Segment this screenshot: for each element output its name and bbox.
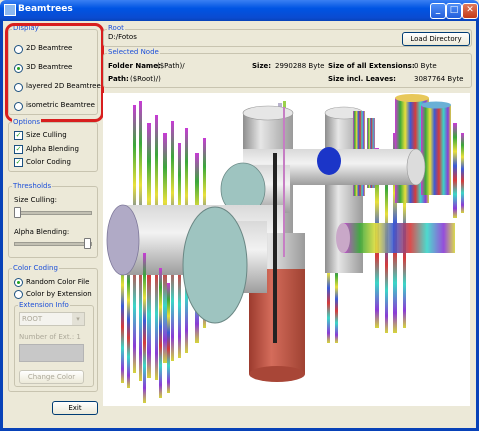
folder-name-value: ($Path)/ [157,62,185,70]
size-culling-slider[interactable] [14,207,21,218]
app-icon [4,4,16,16]
close-button[interactable]: ✕ [462,3,478,19]
root-legend: Root [107,24,125,32]
striped-beam-right-lower [336,223,455,253]
size-culling-slider-track [14,211,92,215]
highlight-annotation-box [5,23,104,122]
path-value: ($Root)/) [130,75,161,83]
root-path: D:/Fotos [108,33,137,41]
alpha-blending-label: Alpha Blending [26,145,79,153]
extension-color-swatch [19,344,84,362]
thresholds-legend: Thresholds [12,182,53,190]
alpha-blending-threshold-label: Alpha Blending: [14,228,70,236]
blue-cylinder-cap [317,147,341,175]
size-incl-leaves-label: Size incl. Leaves: [328,75,396,83]
exit-button[interactable]: Exit [52,401,98,415]
window-title: Beamtrees [18,4,73,14]
size-value: 2990288 Byte [275,62,325,70]
size-culling-label: Size Culling [26,131,67,139]
folder-name-label: Folder Name: [108,62,161,70]
minimize-icon: _ [435,5,441,15]
path-label: Path: [108,75,129,83]
radio-random-color-file-label: Random Color File [26,278,90,286]
radio-color-by-extension-label: Color by Extension [26,290,92,298]
size-culling-threshold-label: Size Culling: [14,196,57,204]
size-incl-leaves-value: 3087764 Byte [414,75,464,83]
window-frame-left [0,21,3,431]
minimize-button[interactable]: _ [430,3,446,19]
maximize-button[interactable]: □ [446,3,462,19]
size-all-extensions-label: Size of all Extensions: [328,62,415,70]
alpha-blending-slider-track [14,242,92,246]
close-icon: ✕ [466,5,474,15]
alpha-blending-checkbox[interactable]: ✓ [14,145,23,154]
size-culling-checkbox[interactable]: ✓ [14,131,23,140]
beamtree-3d-viewport[interactable] [103,93,470,406]
radio-random-color-file[interactable] [14,278,23,287]
color-coding-legend: Color Coding [12,264,59,272]
load-directory-button[interactable]: Load Directory [402,32,470,46]
change-color-button[interactable]: Change Color [19,370,84,384]
extension-select-value: ROOT [22,315,43,323]
options-legend: Options [12,118,42,126]
color-coding-checkbox[interactable]: ✓ [14,158,23,167]
extension-select[interactable]: ROOT ▾ [19,312,85,326]
maximize-icon: □ [449,5,459,15]
color-coding-label: Color Coding [26,158,71,166]
extension-info-legend: Extension Info [18,301,70,309]
selected-node-legend: Selected Node [107,48,160,56]
alpha-blending-slider[interactable] [84,238,91,249]
size-all-extensions-value: 0 Byte [414,62,437,70]
chevron-down-icon: ▾ [72,313,84,325]
number-of-extensions-label: Number of Ext.: 1 [19,333,81,341]
radio-color-by-extension[interactable] [14,290,23,299]
size-label: Size: [252,62,272,70]
